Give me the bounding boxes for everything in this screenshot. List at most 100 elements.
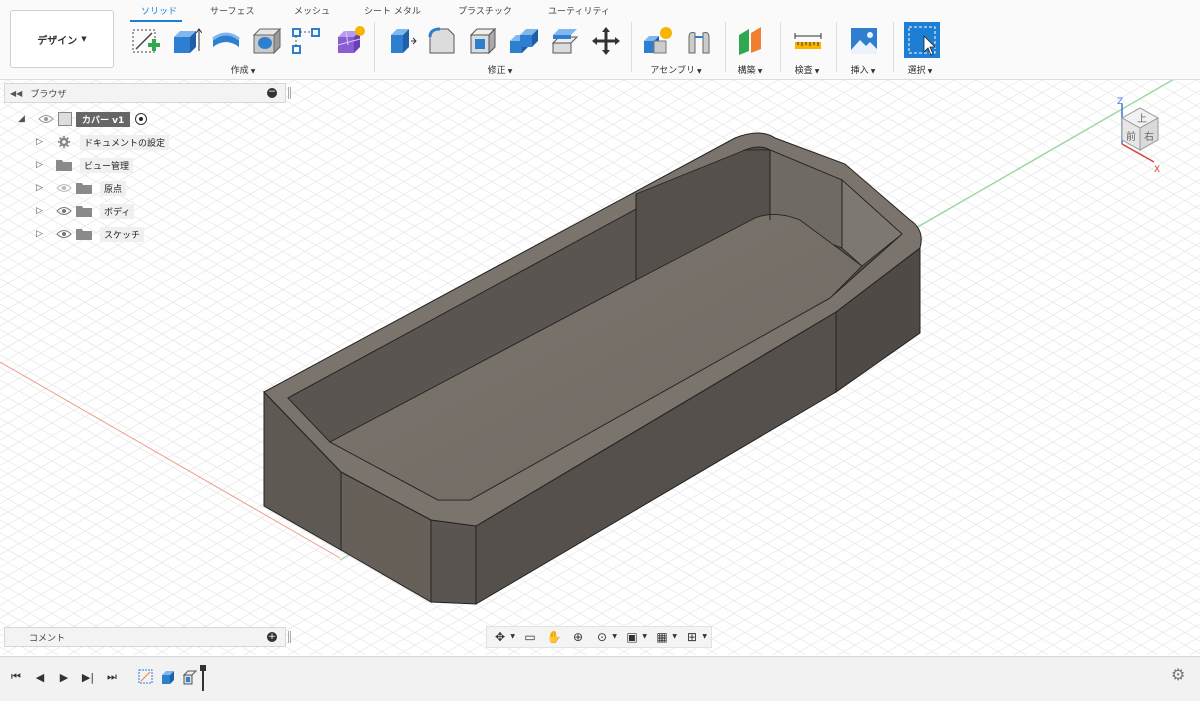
expanded-triangle-icon[interactable]: ◢ [18,114,28,124]
collapsed-triangle-icon[interactable]: ▷ [36,206,46,216]
eye-icon[interactable] [56,229,72,239]
chevron-down-icon: ▼ [870,68,876,75]
root-component-label[interactable]: カバー v1 [76,111,131,127]
pan-icon[interactable]: ✋ [545,629,563,645]
browser-item-origin[interactable]: ▷ 原点 [36,179,127,197]
browser-item-sketches[interactable]: ▷ スケッチ [36,225,145,243]
chevron-down-icon: ▼ [696,68,702,75]
insert-group-label[interactable]: 挿入 ▼ [851,63,876,76]
select-label-text: 選択 [907,66,926,76]
collapsed-triangle-icon[interactable]: ▷ [36,229,46,239]
collapsed-triangle-icon[interactable]: ▷ [36,137,46,147]
play-icon[interactable]: ▶ [56,669,72,685]
model-body[interactable] [0,80,1200,655]
chevron-down-icon: ▼ [250,68,256,75]
assemble-group-label[interactable]: アセンブリ ▼ [650,63,701,76]
pattern-icon[interactable] [290,25,322,57]
timeline-sketch-feature-icon[interactable] [138,669,154,685]
viewcube-front-label: 前 [1126,130,1136,143]
collapsed-triangle-icon[interactable]: ▷ [36,183,46,193]
timeline-marker-handle[interactable] [200,665,206,691]
step-back-icon[interactable]: ◀ [32,669,48,685]
tab-sheet-metal[interactable]: シート メタル [364,4,421,17]
look-at-icon[interactable]: ▭ [521,629,539,645]
modify-group-label[interactable]: 修正 ▼ [488,63,513,76]
activate-radio-icon[interactable] [135,113,148,125]
timeline-extrude-feature-icon[interactable] [160,669,176,685]
timeline-shell-feature-icon[interactable] [182,669,198,685]
create-group-label[interactable]: 作成 ▼ [231,63,256,76]
browser-panel-header[interactable]: ◀◀ ブラウザ − [4,83,291,103]
toolbar-divider [631,22,632,72]
timeline-settings-gear-icon[interactable]: ⚙ [1171,667,1187,683]
add-comment-icon[interactable]: + [267,632,277,642]
eye-icon[interactable] [38,114,54,124]
chevron-down-icon: ▼ [757,68,763,75]
modify-label-text: 修正 [487,66,506,76]
toolbar-divider [836,22,837,72]
workspace-label: デザイン [37,35,78,47]
hole-icon[interactable] [250,25,282,57]
fit-icon[interactable]: ⊙ ▼ [593,629,617,645]
eye-hidden-icon[interactable] [56,183,72,193]
go-to-end-icon[interactable]: ⏭ [104,669,120,685]
insert-image-icon[interactable] [848,25,880,57]
shell-icon[interactable] [467,25,499,57]
assemble-label-text: アセンブリ [650,66,695,76]
collapse-panel-icon[interactable]: ◀◀ [10,89,22,98]
tab-mesh[interactable]: メッシュ [294,4,330,17]
browser-item-named-views[interactable]: ▷ ビュー管理 [36,156,134,174]
inspect-group-label[interactable]: 検査 ▼ [795,63,820,76]
tree-item-label: ドキュメントの設定 [80,134,170,150]
combine-icon[interactable] [508,25,540,57]
revolve-icon[interactable] [210,25,242,57]
construct-group-label[interactable]: 構築 ▼ [738,63,763,76]
select-group-label[interactable]: 選択 ▼ [908,63,933,76]
create-form-icon[interactable] [334,25,366,57]
extrude-icon[interactable] [170,25,202,57]
comments-panel-header[interactable]: コメント + [4,627,291,647]
tab-plastic[interactable]: プラスチック [458,4,512,17]
new-component-icon[interactable] [642,25,674,57]
measure-icon[interactable] [792,25,824,57]
eye-icon[interactable] [56,206,72,216]
browser-item-document-settings[interactable]: ▷ ドキュメントの設定 [36,133,170,151]
tree-item-label: ビュー管理 [80,157,134,173]
collapsed-triangle-icon[interactable]: ▷ [36,160,46,170]
select-icon[interactable] [904,22,940,58]
chevron-down-icon: ▼ [81,35,87,43]
z-axis-label: Z [1117,97,1123,107]
3d-viewport[interactable]: Z X 上 前 右 [0,80,1200,655]
joint-icon[interactable] [683,25,715,57]
press-pull-icon[interactable] [385,25,417,57]
minimize-icon[interactable]: − [267,88,277,98]
replace-face-icon[interactable] [549,25,581,57]
panel-grip-handle[interactable] [288,631,291,643]
orbit-icon[interactable]: ✥ ▼ [491,629,515,645]
zoom-icon[interactable]: ⊕ [569,629,587,645]
viewports-icon[interactable]: ⊞ ▼ [683,629,707,645]
view-cube[interactable]: Z X 上 前 右 [1108,92,1168,174]
move-copy-icon[interactable] [590,25,622,57]
display-settings-icon[interactable]: ▣ ▼ [623,629,647,645]
grid-settings-icon[interactable]: ▦ ▼ [653,629,677,645]
fillet-icon[interactable] [426,25,458,57]
construct-label-text: 構築 [737,66,756,76]
toolbar-divider [725,22,726,72]
toolbar-divider [374,22,375,72]
panel-grip-handle[interactable] [288,87,291,99]
tree-item-label: 原点 [100,180,127,196]
tab-solid[interactable]: ソリッド [141,4,177,17]
browser-root-node[interactable]: ◢ カバー v1 [18,110,148,128]
offset-plane-icon[interactable] [735,25,767,57]
x-axis-label: X [1154,165,1160,174]
go-to-start-icon[interactable]: ⏮ [8,669,24,685]
tab-utilities[interactable]: ユーティリティ [548,4,610,17]
tab-surface[interactable]: サーフェス [210,4,254,17]
workspace-switcher-button[interactable]: デザイン ▼ [10,10,114,68]
chevron-down-icon: ▼ [814,68,820,75]
step-forward-icon[interactable]: ▶| [80,669,96,685]
create-sketch-icon[interactable] [130,25,162,57]
browser-item-bodies[interactable]: ▷ ボディ [36,202,135,220]
toolbar-divider [780,22,781,72]
